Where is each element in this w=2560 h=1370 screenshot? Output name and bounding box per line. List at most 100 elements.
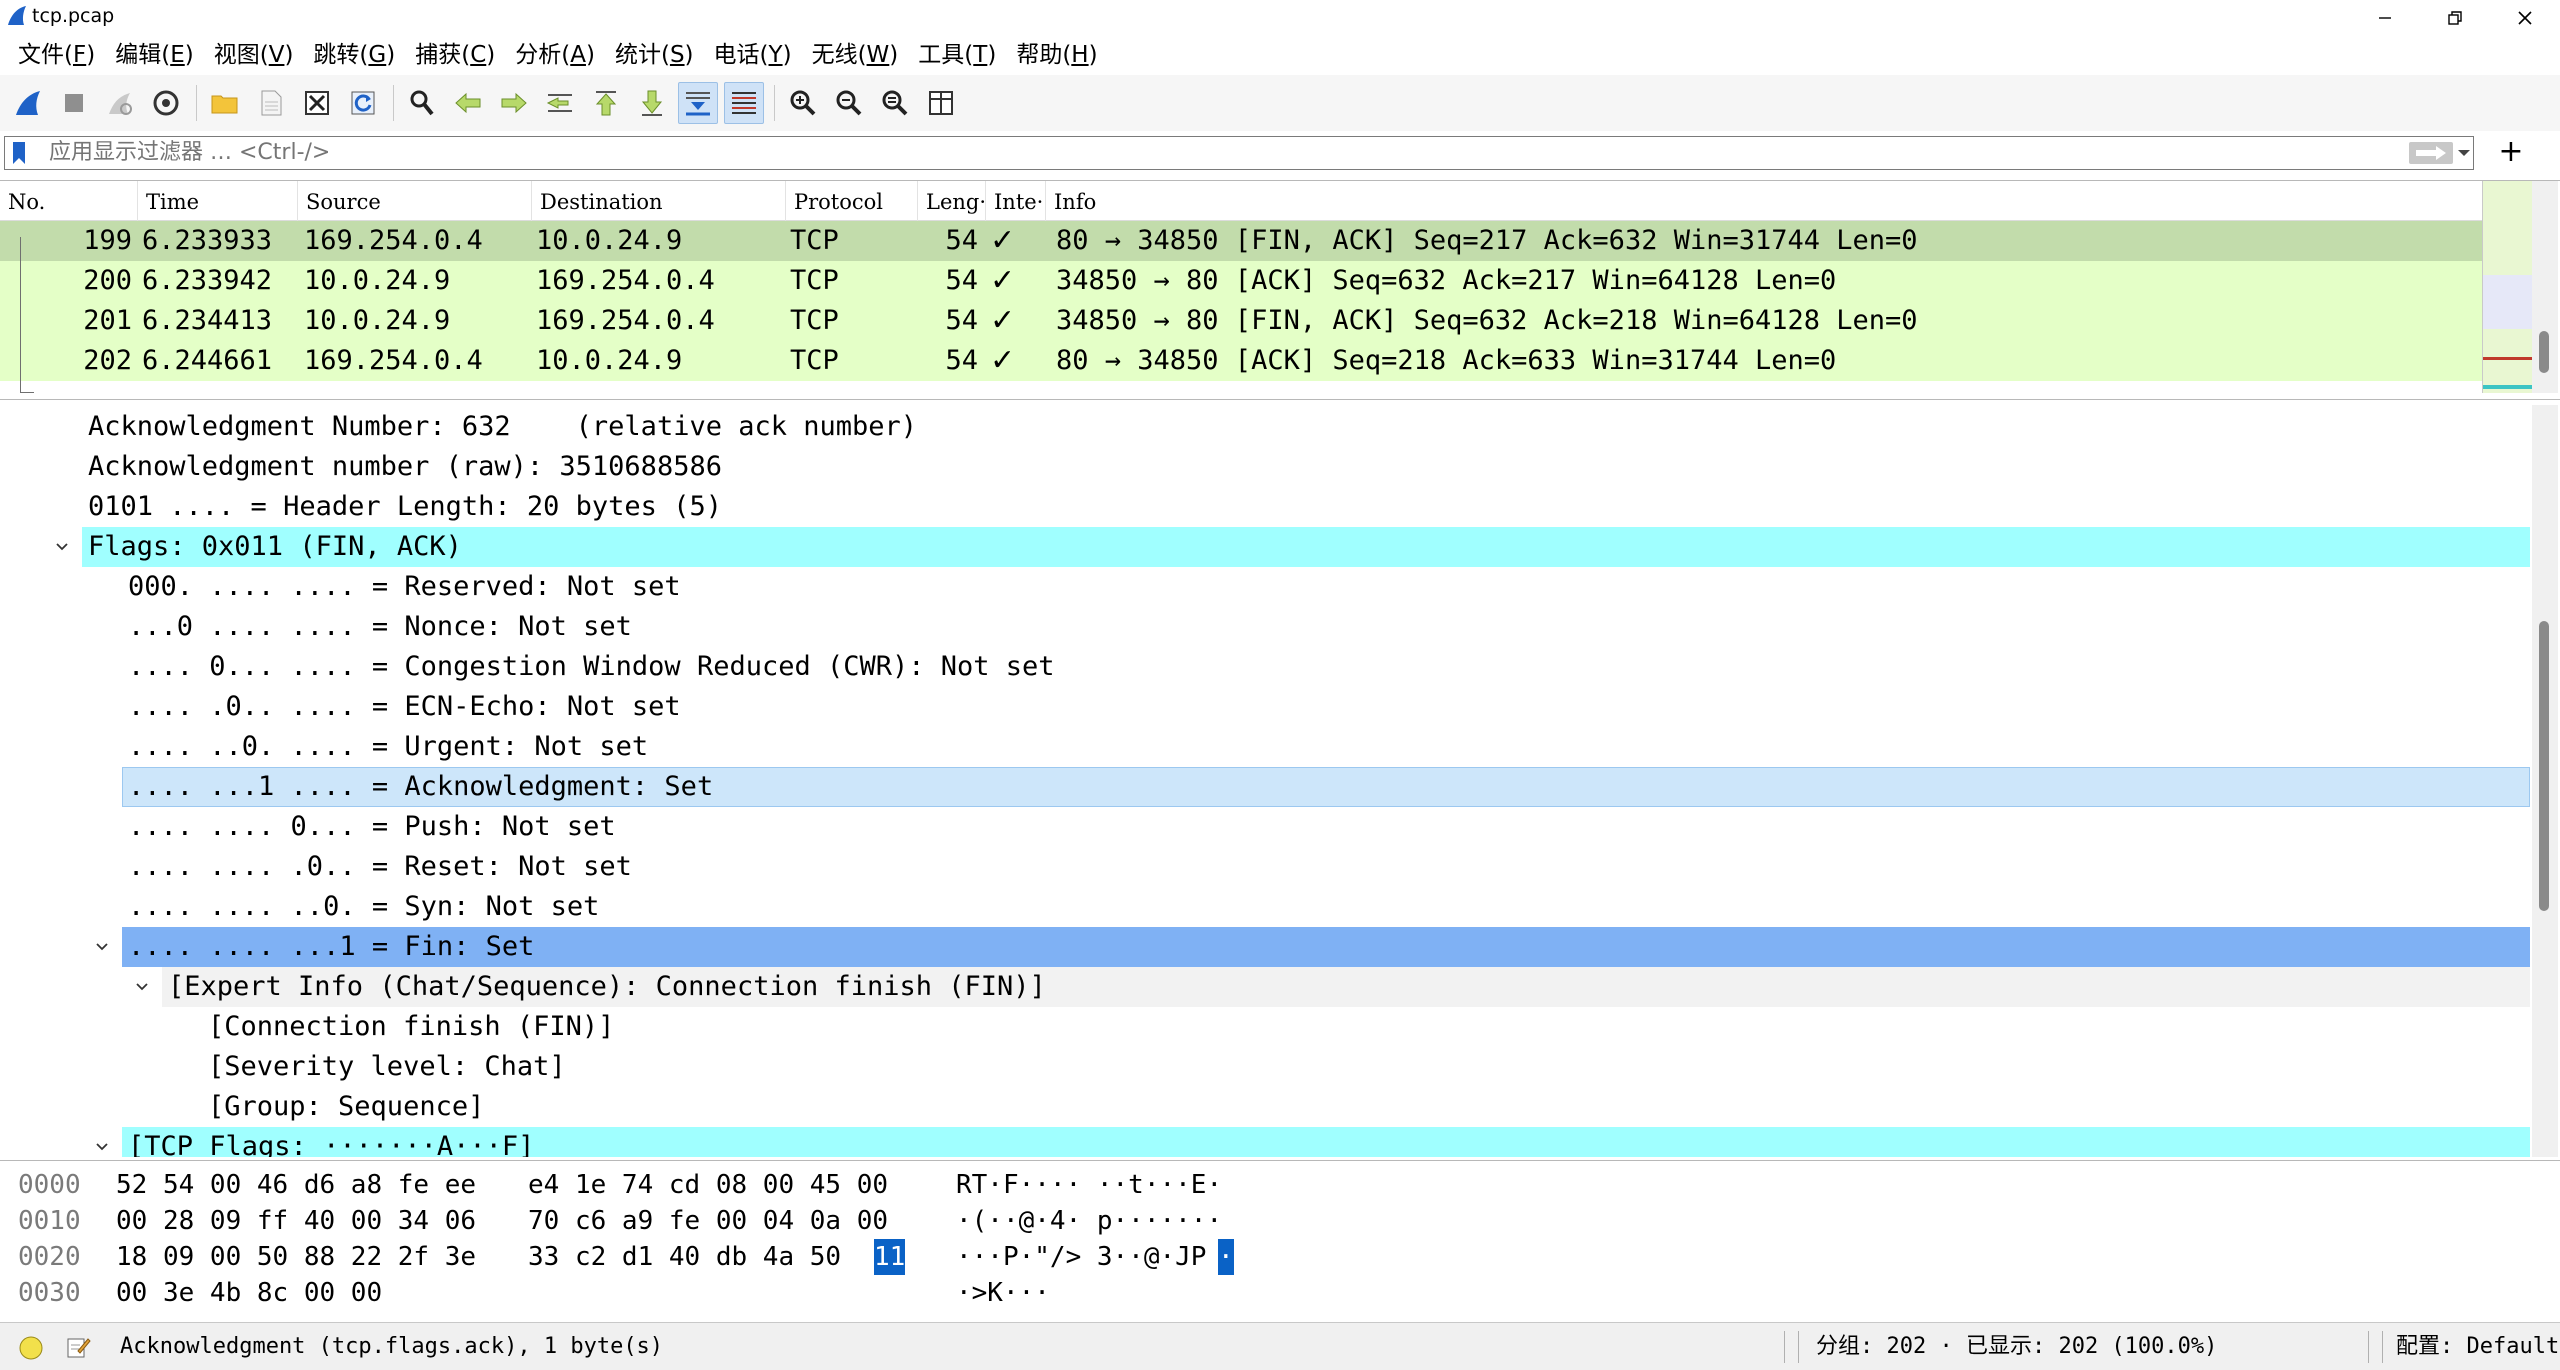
- scrollbar-thumb[interactable]: [2539, 621, 2549, 911]
- hex-bytes-group-a[interactable]: 00 28 09 ff 40 00 34 06: [116, 1203, 476, 1239]
- display-filter-field[interactable]: [4, 136, 2474, 170]
- close-window-button[interactable]: [2490, 0, 2560, 35]
- packet-row[interactable]: 199 6.233933 169.254.0.4 10.0.24.9 TCP 54 ✓ 80 …: [0, 221, 2482, 261]
- detail-row[interactable]: [Connection finish (FIN)]: [208, 1007, 614, 1047]
- menu-help[interactable]: 帮助(H): [1006, 37, 1107, 73]
- minimize-button[interactable]: [2350, 0, 2420, 35]
- chevron-down-icon[interactable]: [92, 1127, 112, 1157]
- column-header-time[interactable]: Time: [138, 181, 298, 221]
- hex-bytes-group-a[interactable]: 52 54 00 46 d6 a8 fe ee: [116, 1167, 476, 1203]
- packet-row[interactable]: 202 6.244661 169.254.0.4 10.0.24.9 TCP 54 ✓ 80 …: [0, 341, 2482, 381]
- edit-comment-icon[interactable]: [64, 1333, 92, 1361]
- save-file-button[interactable]: [251, 82, 291, 124]
- menu-edit[interactable]: 编辑(E): [105, 37, 204, 73]
- close-file-button[interactable]: [297, 82, 337, 124]
- packet-minimap[interactable]: [2482, 181, 2533, 393]
- menu-analyze[interactable]: 分析(A): [505, 37, 605, 73]
- detail-row[interactable]: [TCP Flags: ·······A···F]: [128, 1127, 534, 1157]
- column-header-info[interactable]: Info: [1046, 181, 2482, 221]
- filter-history-dropdown[interactable]: [2453, 142, 2475, 164]
- resize-columns-button[interactable]: [921, 82, 961, 124]
- detail-row[interactable]: [Severity level: Chat]: [208, 1047, 566, 1087]
- hex-bytes-group-b[interactable]: 33 c2 d1 40 db 4a 50: [528, 1239, 841, 1275]
- ascii-bytes[interactable]: ·(··@·4· p·······: [956, 1203, 1222, 1239]
- find-packet-button[interactable]: [402, 82, 442, 124]
- packet-row[interactable]: 201 6.234413 10.0.24.9 169.254.0.4 TCP 54 ✓ 348…: [0, 301, 2482, 341]
- detail-row[interactable]: 0101 .... = Header Length: 20 bytes (5): [88, 487, 722, 527]
- column-header-intent[interactable]: Inte·: [986, 181, 1046, 221]
- column-header-protocol[interactable]: Protocol: [786, 181, 918, 221]
- detail-row[interactable]: ...0 .... .... = Nonce: Not set: [128, 607, 632, 647]
- normal-size-icon: [882, 90, 908, 116]
- detail-row[interactable]: .... ..0. .... = Urgent: Not set: [128, 727, 648, 767]
- chevron-down-icon[interactable]: [52, 527, 72, 567]
- last-packet-button[interactable]: [632, 82, 672, 124]
- autoscroll-button[interactable]: [678, 82, 718, 124]
- column-header-destination[interactable]: Destination: [532, 181, 786, 221]
- menu-capture[interactable]: 捕获(C): [405, 37, 505, 73]
- start-capture-button[interactable]: [8, 82, 48, 124]
- cell-protocol: TCP: [790, 345, 839, 376]
- add-filter-button-plus-icon[interactable]: +: [2496, 137, 2526, 167]
- detail-row[interactable]: .... .... ...1 = Fin: Set: [128, 927, 534, 967]
- detail-row[interactable]: [Group: Sequence]: [208, 1087, 484, 1127]
- detail-row[interactable]: .... 0... .... = Congestion Window Reduc…: [128, 647, 1055, 687]
- go-forward-button[interactable]: [494, 82, 534, 124]
- menu-go[interactable]: 跳转(G): [303, 37, 405, 73]
- detail-row[interactable]: .... .... ..0. = Syn: Not set: [128, 887, 599, 927]
- open-file-button[interactable]: [205, 82, 245, 124]
- menu-file[interactable]: 文件(F): [8, 37, 105, 73]
- chevron-down-icon[interactable]: [92, 927, 112, 967]
- go-back-button[interactable]: [448, 82, 488, 124]
- detail-row[interactable]: .... ...1 .... = Acknowledgment: Set: [128, 767, 713, 807]
- menu-telephony[interactable]: 电话(Y): [704, 37, 802, 73]
- hex-bytes-group-b[interactable]: 70 c6 a9 fe 00 04 0a 00: [528, 1203, 888, 1239]
- go-to-packet-button[interactable]: [540, 82, 580, 124]
- capture-options-button[interactable]: [146, 82, 186, 124]
- zoom-in-button[interactable]: [783, 82, 823, 124]
- reload-file-button[interactable]: [343, 82, 383, 124]
- column-header-source[interactable]: Source: [298, 181, 532, 221]
- column-header-length[interactable]: Leng·: [918, 181, 986, 221]
- window-title: tcp.pcap: [32, 5, 115, 27]
- display-filter-input[interactable]: [49, 137, 2349, 169]
- packet-row[interactable]: 200 6.233942 10.0.24.9 169.254.0.4 TCP 54 ✓ 348…: [0, 261, 2482, 301]
- first-packet-button[interactable]: [586, 82, 626, 124]
- detail-row[interactable]: .... .... .0.. = Reset: Not set: [128, 847, 632, 887]
- apply-filter-button[interactable]: [2409, 142, 2453, 164]
- scrollbar-thumb[interactable]: [2539, 331, 2549, 373]
- status-profile[interactable]: 配置: Default: [2396, 1323, 2559, 1370]
- menu-wireless[interactable]: 无线(W): [802, 37, 909, 73]
- detail-row[interactable]: Flags: 0x011 (FIN, ACK): [88, 527, 462, 567]
- ascii-bytes[interactable]: RT·F···· ··t···E·: [956, 1167, 1222, 1203]
- colorize-button[interactable]: [724, 82, 764, 124]
- detail-row[interactable]: Acknowledgment Number: 632 (relative ack…: [88, 407, 917, 447]
- packet-list-scrollbar[interactable]: [2532, 181, 2558, 393]
- detail-row[interactable]: .... .... 0... = Push: Not set: [128, 807, 616, 847]
- column-header-no[interactable]: No.: [0, 181, 138, 221]
- zoom-out-button[interactable]: [829, 82, 869, 124]
- stop-capture-button[interactable]: [54, 82, 94, 124]
- bookmark-icon[interactable]: [11, 141, 27, 165]
- detail-row[interactable]: .... .0.. .... = ECN-Echo: Not set: [128, 687, 681, 727]
- selected-ascii-byte[interactable]: ·: [1218, 1239, 1234, 1275]
- restore-button[interactable]: [2420, 0, 2490, 35]
- cell-length: 54: [945, 305, 978, 336]
- normal-size-button[interactable]: [875, 82, 915, 124]
- menu-view[interactable]: 视图(V): [204, 37, 304, 73]
- hex-bytes-group-b[interactable]: e4 1e 74 cd 08 00 45 00: [528, 1167, 888, 1203]
- detail-row[interactable]: [Expert Info (Chat/Sequence): Connection…: [168, 967, 1046, 1007]
- hex-bytes-group-a[interactable]: 18 09 00 50 88 22 2f 3e: [116, 1239, 476, 1275]
- chevron-down-icon[interactable]: [132, 967, 152, 1007]
- menu-tools[interactable]: 工具(T): [908, 37, 1006, 73]
- ascii-bytes[interactable]: ·>K···: [956, 1275, 1050, 1311]
- menu-statistics[interactable]: 统计(S): [605, 37, 704, 73]
- hex-bytes-group-a[interactable]: 00 3e 4b 8c 00 00: [116, 1275, 382, 1311]
- restart-capture-button[interactable]: [100, 82, 140, 124]
- selected-hex-byte[interactable]: 11: [874, 1239, 906, 1275]
- expert-info-status-icon[interactable]: [18, 1335, 44, 1361]
- detail-row[interactable]: 000. .... .... = Reserved: Not set: [128, 567, 681, 607]
- details-scrollbar[interactable]: [2532, 405, 2558, 1157]
- detail-row[interactable]: Acknowledgment number (raw): 3510688586: [88, 447, 722, 487]
- ascii-bytes[interactable]: ···P·"/> 3··@·JP: [956, 1239, 1206, 1275]
